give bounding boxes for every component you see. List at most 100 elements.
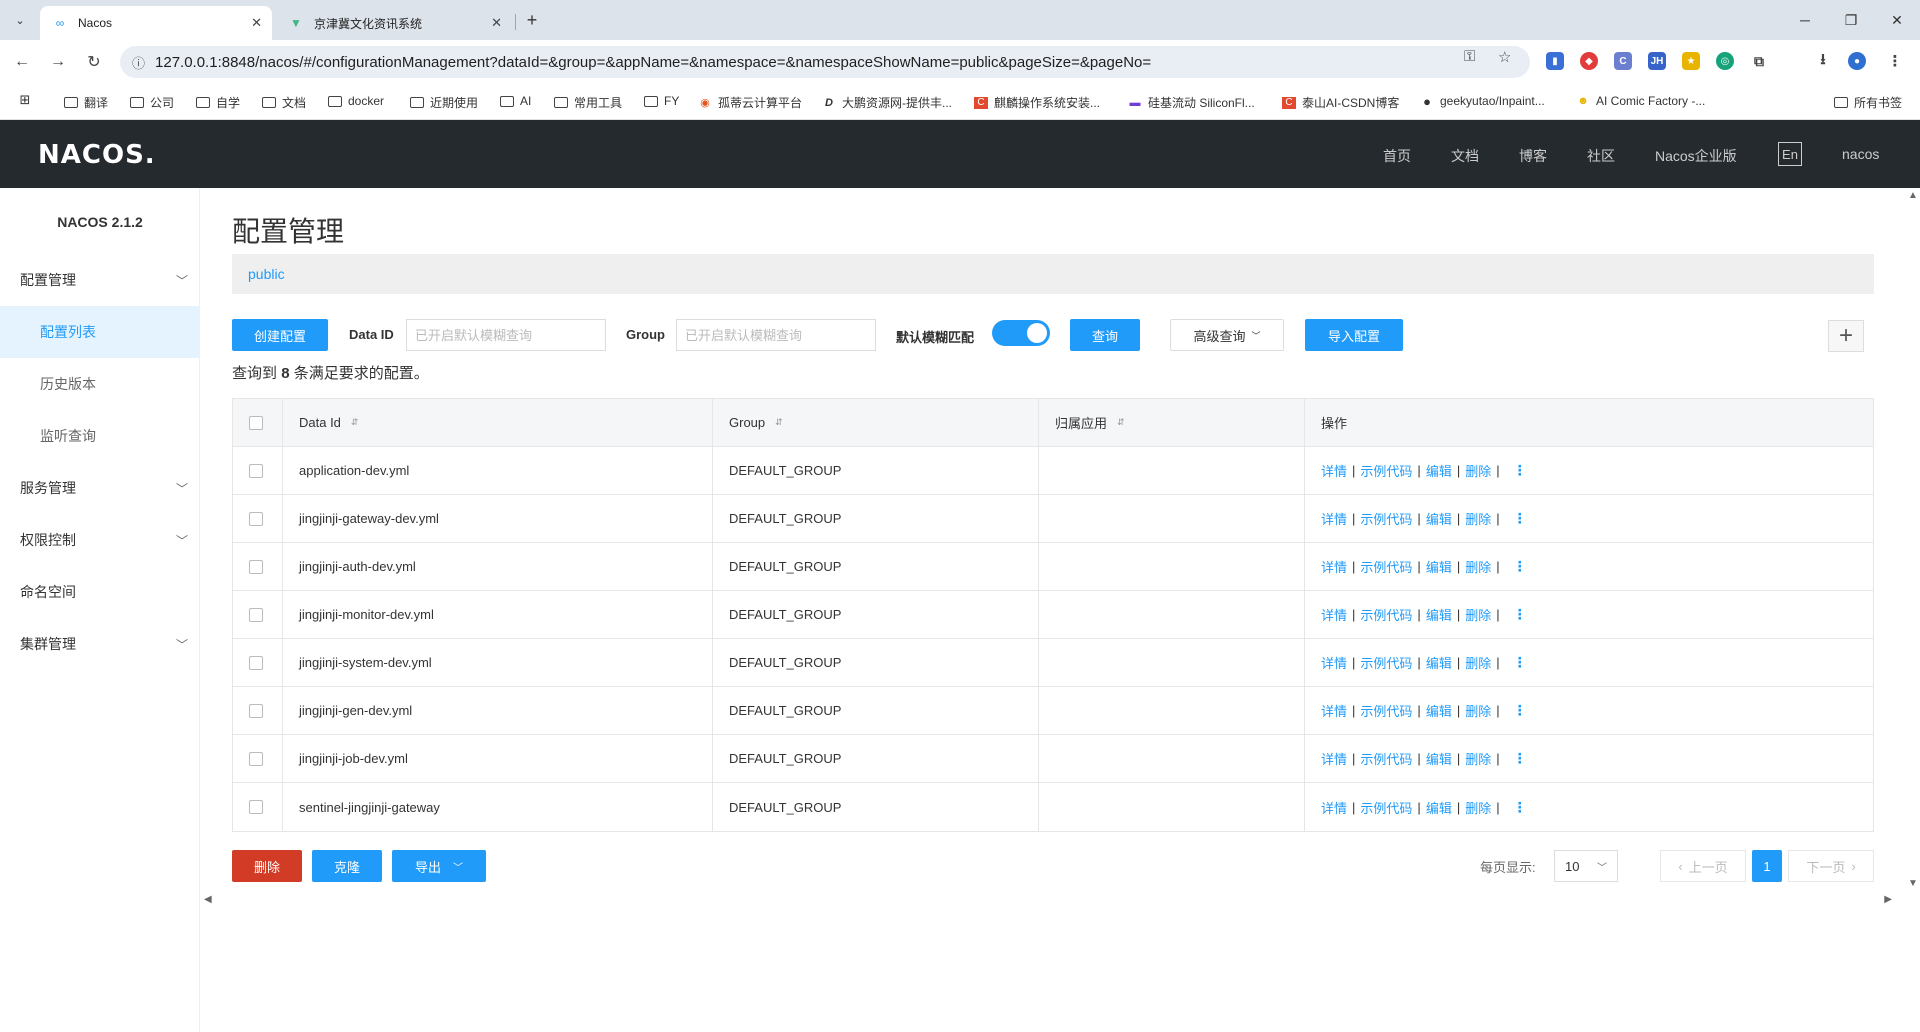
query-button[interactable]: 查询 [1070,319,1140,351]
row-checkbox[interactable] [249,800,263,814]
delete-link[interactable]: 删除 [1465,798,1491,817]
menu-kebab-icon[interactable]: ⋮ [1886,52,1904,70]
import-config-button[interactable]: 导入配置 [1305,319,1403,351]
extension-shield-icon[interactable]: ◆ [1580,52,1598,70]
row-checkbox[interactable] [249,463,263,478]
sidebar-item-cluster-management[interactable]: 集群管理 ﹀ [0,618,200,670]
sidebar-item-namespace[interactable]: 命名空间 [0,566,200,618]
sample-code-link[interactable]: 示例代码 [1360,605,1412,624]
bookmark-folder[interactable]: docker [328,94,384,108]
bookmark-folder[interactable]: FY [644,94,679,108]
sidebar-item-listener-query[interactable]: 监听查询 [0,410,200,462]
sort-icon[interactable]: ⇵ [351,417,359,428]
prev-page-button[interactable]: ‹ 上一页 [1660,850,1746,882]
detail-link[interactable]: 详情 [1321,749,1347,768]
back-icon[interactable]: ← [10,50,34,74]
export-button[interactable]: 导出 ﹀ [392,850,486,882]
detail-link[interactable]: 详情 [1321,509,1347,528]
edit-link[interactable]: 编辑 [1426,605,1452,624]
new-tab-icon[interactable]: + [520,8,544,32]
more-vertical-icon[interactable]: ⋮ [1513,702,1527,719]
sample-code-link[interactable]: 示例代码 [1360,701,1412,720]
sidebar-item-access-control[interactable]: 权限控制 ﹀ [0,514,200,566]
sidebar-item-config-management[interactable]: 配置管理 ﹀ [0,254,200,306]
bookmark-folder[interactable]: 常用工具 [554,94,622,111]
sample-code-link[interactable]: 示例代码 [1360,461,1412,480]
edit-link[interactable]: 编辑 [1426,749,1452,768]
bookmark-link[interactable]: ☻ AI Comic Factory -... [1576,94,1705,108]
horizontal-scrollbar[interactable]: ◀ ▶ [200,892,1900,908]
address-bar[interactable]: ⓘ 127.0.0.1:8848/nacos/#/configurationMa… [120,46,1530,78]
detail-link[interactable]: 详情 [1321,798,1347,817]
extension-jh-icon[interactable]: JH [1648,52,1666,70]
delete-link[interactable]: 删除 [1465,701,1491,720]
row-checkbox[interactable] [249,511,263,526]
create-config-button[interactable]: 创建配置 [232,319,328,351]
dataid-search-input[interactable] [406,319,606,351]
window-close-icon[interactable]: ✕ [1882,8,1912,32]
bookmark-folder[interactable]: 自学 [196,94,240,111]
more-vertical-icon[interactable]: ⋮ [1513,799,1527,816]
close-icon[interactable]: ✕ [491,15,502,31]
bookmark-link[interactable]: C 泰山AI-CSDN博客 [1282,94,1399,111]
sample-code-link[interactable]: 示例代码 [1360,798,1412,817]
sample-code-link[interactable]: 示例代码 [1360,557,1412,576]
detail-link[interactable]: 详情 [1321,461,1347,480]
nav-docs[interactable]: 文档 [1451,146,1479,166]
scroll-down-icon[interactable]: ▼ [1908,878,1918,889]
edit-link[interactable]: 编辑 [1426,701,1452,720]
sidebar-item-service-management[interactable]: 服务管理 ﹀ [0,462,200,514]
header-dataid[interactable]: Data Id ⇵ [283,398,713,447]
apps-grid-icon[interactable]: ⊞ [18,92,38,107]
sidebar-item-history[interactable]: 历史版本 [0,358,200,410]
row-checkbox[interactable] [249,607,263,622]
sidebar-item-config-list[interactable]: 配置列表 [0,306,200,358]
close-icon[interactable]: ✕ [251,15,262,31]
edit-link[interactable]: 编辑 [1426,509,1452,528]
row-checkbox[interactable] [249,751,263,766]
bookmark-star-icon[interactable]: ☆ [1498,48,1511,66]
extension-yellow-icon[interactable]: ★ [1682,52,1700,70]
bookmark-link[interactable]: D 大鹏资源网-提供丰... [822,94,952,111]
download-icon[interactable]: ⭳ [1814,51,1832,70]
more-vertical-icon[interactable]: ⋮ [1513,558,1527,575]
clone-button[interactable]: 克隆 [312,850,382,882]
page-1-button[interactable]: 1 [1752,850,1782,882]
bookmark-folder[interactable]: 公司 [130,94,174,111]
edit-link[interactable]: 编辑 [1426,461,1452,480]
reload-icon[interactable]: ↻ [82,50,106,74]
nav-enterprise[interactable]: Nacos企业版 [1655,146,1737,166]
profile-avatar-icon[interactable]: ● [1848,52,1866,70]
sample-code-link[interactable]: 示例代码 [1360,749,1412,768]
delete-link[interactable]: 删除 [1465,605,1491,624]
nav-community[interactable]: 社区 [1587,146,1615,166]
sample-code-link[interactable]: 示例代码 [1360,653,1412,672]
row-checkbox[interactable] [249,559,263,574]
select-all-checkbox[interactable] [249,415,263,430]
sort-icon[interactable]: ⇵ [1117,417,1125,428]
detail-link[interactable]: 详情 [1321,653,1347,672]
delete-link[interactable]: 删除 [1465,749,1491,768]
extension-chart-icon[interactable]: ▮ [1546,52,1564,70]
advanced-query-button[interactable]: 高级查询 ﹀ [1170,319,1284,351]
scroll-up-icon[interactable]: ▲ [1908,190,1918,201]
edit-link[interactable]: 编辑 [1426,557,1452,576]
more-vertical-icon[interactable]: ⋮ [1513,654,1527,671]
detail-link[interactable]: 详情 [1321,605,1347,624]
all-bookmarks[interactable]: 所有书签 [1834,94,1902,111]
header-group[interactable]: Group ⇵ [713,398,1039,447]
edit-link[interactable]: 编辑 [1426,653,1452,672]
fuzzy-match-toggle[interactable] [992,320,1050,346]
bookmark-folder[interactable]: 近期使用 [410,94,478,111]
password-key-icon[interactable]: ⚿ [1464,48,1475,65]
delete-link[interactable]: 删除 [1465,653,1491,672]
group-search-input[interactable] [676,319,876,351]
bookmark-link[interactable]: C 麒麟操作系统安装... [974,94,1100,111]
more-vertical-icon[interactable]: ⋮ [1513,606,1527,623]
bookmark-folder[interactable]: 翻译 [64,94,108,111]
row-checkbox[interactable] [249,655,263,670]
page-size-select[interactable]: 10 ﹀ [1554,850,1618,882]
minimize-icon[interactable]: ─ [1790,8,1820,32]
bookmark-folder[interactable]: AI [500,94,531,108]
bookmark-link[interactable]: ▬ 硅基流动 SiliconFl... [1128,94,1255,111]
